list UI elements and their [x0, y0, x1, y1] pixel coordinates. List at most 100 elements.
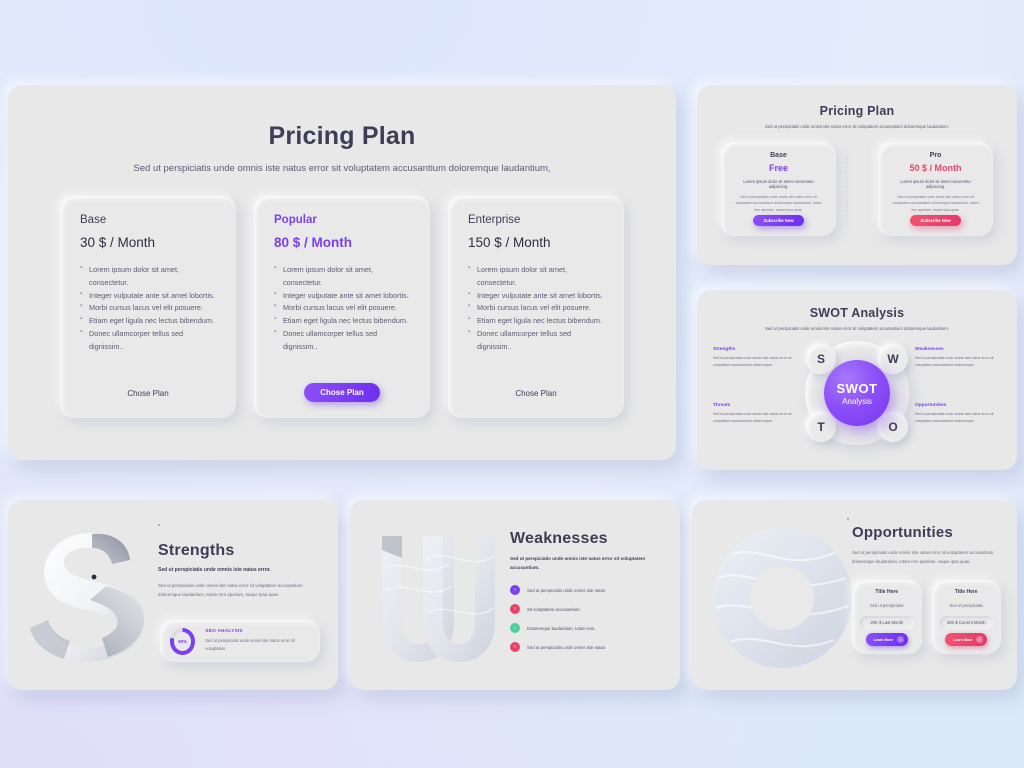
- plan-name: Popular: [274, 214, 317, 226]
- swot-center-circle: SWOT Analysis: [824, 360, 890, 426]
- plan-feature: Lorem ipsum dolor sit amet, consectetur.: [80, 263, 216, 290]
- seo-analysis-card[interactable]: 80% SEO ANALYSIS Sed ut perspiciatis und…: [160, 620, 320, 662]
- letter-w-artwork: [376, 528, 501, 668]
- slide-opportunities: Opportunities Sed ut perspiciatis unde o…: [692, 500, 1017, 690]
- plan-feature: Morbi cursus lacus vel elit posuere.: [274, 301, 410, 315]
- swot-caption-desc: Sed ut perspiciatis unde omnis iste natu…: [713, 412, 792, 423]
- pricing-card-base[interactable]: Base 30 $ / Month Lorem ipsum dolor sit …: [60, 196, 236, 418]
- swot-node-w[interactable]: W: [878, 344, 908, 374]
- swot-node-t[interactable]: T: [806, 412, 836, 442]
- plan-feature: Morbi cursus lacus vel elit posuere.: [468, 301, 604, 315]
- swot-caption-title: Strengths: [713, 347, 736, 352]
- plan-feature: Etiam eget ligula nec lectus bibendum.: [274, 314, 410, 328]
- learn-more-button[interactable]: Learn More ›: [865, 633, 908, 646]
- mini-plan-card-pro[interactable]: Pro 50 $ / Month Lorem ipsum dolor sit a…: [878, 142, 993, 236]
- swot-caption-weaknesses: Weaknesses Sed ut perspiciatis unde omni…: [915, 347, 1001, 369]
- swot-caption-title: Threats: [713, 403, 731, 408]
- plan-feature: Etiam eget ligula nec lectus bibendum.: [80, 314, 216, 328]
- opportunities-title: Opportunities: [852, 524, 953, 541]
- learn-more-button[interactable]: Learn More ›: [945, 633, 988, 646]
- opportunity-card-last-month[interactable]: Title Here Sed ut perspiciatis 20K $ Las…: [852, 580, 922, 654]
- seo-analysis-title: SEO ANALYSIS: [205, 629, 243, 635]
- slide-main-pricing-plan: Pricing Plan Sed ut perspiciatis unde om…: [8, 85, 676, 460]
- opportunity-card-desc: Sed ut perspiciatis: [870, 603, 904, 608]
- plan-name: Base: [80, 214, 107, 226]
- strengths-body: Sed ut perspiciatis unde omnis iste natu…: [158, 583, 303, 598]
- swot-node-s[interactable]: S: [806, 344, 836, 374]
- page-title: Pricing Plan: [268, 122, 416, 150]
- subscribe-now-button[interactable]: Subscribe Now: [753, 215, 804, 226]
- list-item-label: Sed ut perspiciatis unde omnis iste natu…: [527, 587, 606, 593]
- slide-strengths: Strengths Sed ut perspiciatis unde omnis…: [8, 500, 338, 690]
- list-item[interactable]: › Dolaremque laudantium, totam rem.: [510, 623, 664, 634]
- chevron-right-icon: ›: [510, 585, 520, 596]
- list-item[interactable]: › Sit voluptatem accusantium.: [510, 604, 664, 615]
- chevron-right-icon: ›: [510, 604, 520, 615]
- list-item[interactable]: › Sed ut perspiciatis unde omnis iste na…: [510, 642, 664, 653]
- swot-caption-title: Opportunities: [915, 403, 947, 408]
- letter-s-artwork: [20, 520, 160, 670]
- opportunity-card-desc: Sed ut perspiciatis: [949, 603, 983, 608]
- swot-diagram: S W T O SWOT Analysis Strengths Sed ut p…: [697, 337, 1017, 449]
- opportunities-body: Sed ut perspiciatis unde omnis iste natu…: [852, 550, 994, 565]
- mini-plan-card-base[interactable]: Base Free Lorem ipsum dolor sit amet con…: [721, 142, 836, 236]
- swot-title: SWOT Analysis: [809, 306, 905, 320]
- pricing-card-enterprise[interactable]: Enterprise 150 $ / Month Lorem ipsum dol…: [448, 196, 624, 418]
- mini-plan-name: Base: [770, 152, 787, 159]
- opportunities-text-block: Opportunities Sed ut perspiciatis unde o…: [852, 524, 1001, 566]
- learn-more-label: Learn More: [873, 637, 893, 642]
- pricing-plan-list: Base 30 $ / Month Lorem ipsum dolor sit …: [8, 196, 676, 418]
- mini-plan-lead: Lorem ipsum dolor sit amet consectetu ad…: [743, 179, 814, 189]
- weaknesses-lead: Sed ut perspiciatis unde omnis iste natu…: [510, 556, 646, 570]
- slide-swot-analysis: SWOT Analysis Sed ut perspiciatis unde o…: [697, 290, 1017, 470]
- mini-plan-price: Free: [768, 163, 788, 173]
- plan-feature: Donec ullamcorper tellus sed dignissim..: [468, 327, 604, 354]
- swot-caption-desc: Sed ut perspiciatis unde omnis iste natu…: [915, 356, 994, 367]
- strengths-lead: Sed ut perspiciatis unde omnis iste natu…: [158, 567, 271, 573]
- strengths-title: Strengths: [158, 542, 235, 559]
- arrow-right-icon: ›: [976, 636, 984, 643]
- learn-more-label: Learn More: [953, 637, 973, 642]
- plan-feature: Integer vulputate ante sit amet lobortis…: [80, 289, 216, 303]
- list-item-label: Sed ut perspiciatis unde omnis iste natu…: [527, 644, 606, 650]
- opportunity-cta-wrap: Learn More ›: [852, 628, 922, 646]
- plan-price: 30 $ / Month: [80, 235, 156, 250]
- plan-cta-wrap: Chose Plan: [448, 383, 624, 402]
- swot-tagline: Sed ut perspiciatis unde omnis iste natu…: [765, 326, 949, 331]
- opportunity-card-title: Title Here: [954, 589, 978, 595]
- swot-caption-opportunities: Opportunities Sed ut perspiciatis unde o…: [915, 403, 1001, 425]
- seo-progress-ring: 80%: [170, 627, 196, 655]
- opportunity-card-current-month[interactable]: Title Here Sed ut perspiciatis 20K $ Cur…: [931, 580, 1001, 654]
- mini-plan-cta-wrap: Subscribe Now: [721, 209, 836, 227]
- mini-plan-price: 50 $ / Month: [909, 163, 962, 173]
- plan-feature-list: Lorem ipsum dolor sit amet, consectetur.…: [274, 263, 410, 353]
- swot-center-title: SWOT: [836, 380, 878, 396]
- plan-feature: Morbi cursus lacus vel elit posuere.: [80, 301, 216, 315]
- chose-plan-button[interactable]: Chose Plan: [505, 385, 566, 402]
- arrow-right-icon: ›: [896, 636, 904, 643]
- swot-caption-desc: Sed ut perspiciatis unde omnis iste natu…: [915, 412, 994, 423]
- mini-plan-lead: Lorem ipsum dolor sit amet consectetu ad…: [900, 179, 971, 189]
- opportunity-card-title: Title Here: [875, 589, 899, 595]
- plan-price: 150 $ / Month: [468, 235, 551, 250]
- pricing-card-popular[interactable]: Popular 80 $ / Month Lorem ipsum dolor s…: [254, 196, 430, 418]
- opportunities-card-list: Title Here Sed ut perspiciatis 20K $ Las…: [852, 580, 1001, 654]
- chose-plan-button[interactable]: Chose Plan: [304, 383, 380, 402]
- mini-plan-cta-wrap: Subscribe Now: [878, 209, 993, 227]
- plan-feature: Lorem ipsum dolor sit amet, consectetur.: [274, 263, 410, 290]
- plan-feature: Donec ullamcorper tellus sed dignissim..: [80, 327, 216, 354]
- plan-feature: Integer vulputate ante sit amet lobortis…: [274, 289, 410, 303]
- mini-plan-name: Pro: [929, 152, 942, 159]
- seo-percent-label: 80%: [178, 638, 188, 644]
- donut-artwork: [710, 526, 855, 671]
- list-item[interactable]: › Sed ut perspiciatis unde omnis iste na…: [510, 585, 664, 596]
- mini-plan-list: Base Free Lorem ipsum dolor sit amet con…: [697, 142, 1017, 236]
- chevron-right-icon: ›: [510, 642, 520, 653]
- mini-plan-divider: [846, 156, 868, 222]
- swot-node-o[interactable]: O: [878, 412, 908, 442]
- seo-text-block: SEO ANALYSIS Sed ut perspiciatis unde om…: [205, 629, 310, 653]
- subscribe-now-button[interactable]: Subscribe Now: [910, 215, 961, 226]
- plan-feature: Integer vulputate ante sit amet lobortis…: [468, 289, 604, 303]
- slide-weaknesses: Weaknesses Sed ut perspiciatis unde omni…: [350, 500, 680, 690]
- chose-plan-button[interactable]: Chose Plan: [117, 385, 178, 402]
